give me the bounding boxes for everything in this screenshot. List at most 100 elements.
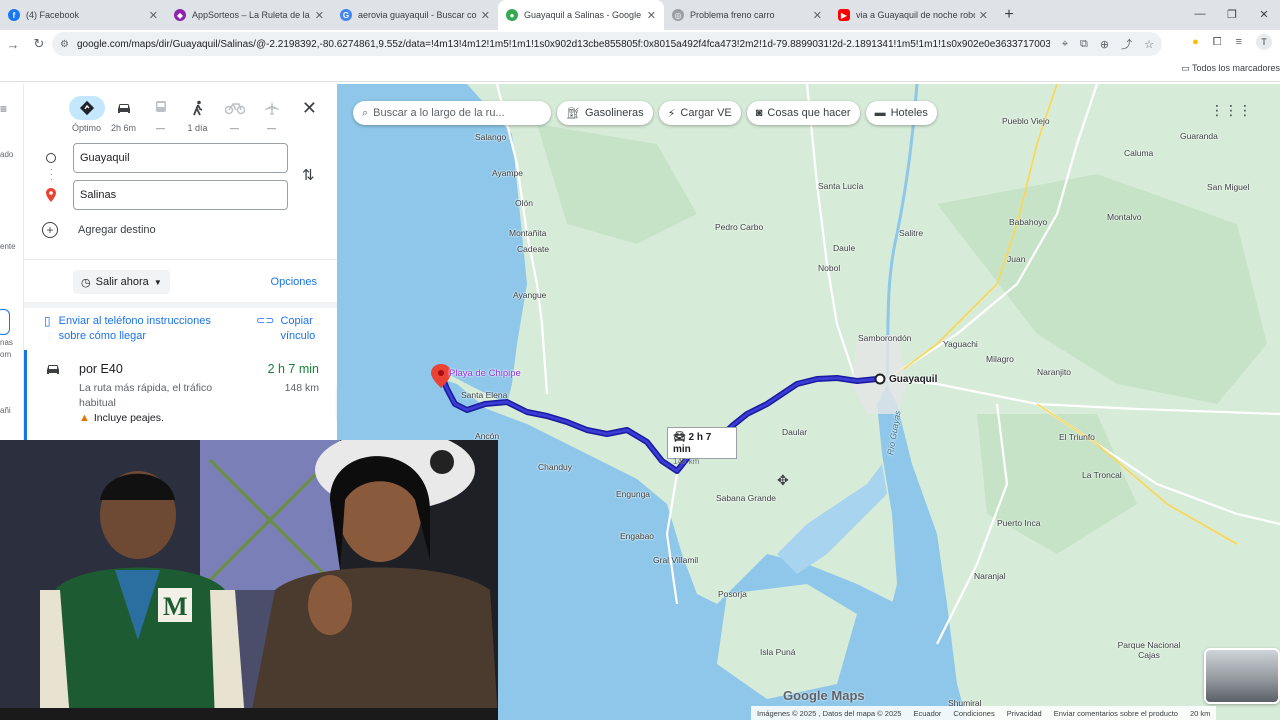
close-tab-icon[interactable]: ✕ [647, 9, 656, 22]
chip-hotels[interactable]: ▬ Hoteles [865, 101, 937, 125]
mode-bike[interactable]: — [216, 96, 253, 133]
depart-label: Salir ahora [95, 276, 149, 288]
url-text: google.com/maps/dir/Guayaquil/Salinas/@-… [76, 38, 1050, 50]
restore-icon[interactable]: ❐ [1216, 0, 1248, 28]
rail-active-item[interactable] [0, 309, 10, 335]
menu-icon[interactable]: ≡ [0, 102, 7, 116]
country-link[interactable]: Ecuador [913, 709, 941, 718]
route-dots-icon: · · · [50, 165, 53, 184]
privacy-link[interactable]: Privacidad [1007, 709, 1042, 718]
map-label: Caluma [1124, 148, 1154, 158]
route-option-e40[interactable]: por E40 2 h 7 min La ruta más rápida, el… [24, 350, 337, 440]
forward-icon[interactable]: → [0, 37, 26, 52]
close-tab-icon[interactable]: ✕ [979, 9, 988, 22]
map-label: Montalvo [1107, 212, 1142, 222]
tab-title: aerovia guayaquil - Buscar con Google [358, 10, 477, 20]
divider [24, 259, 337, 260]
map-label: Engabao [620, 531, 655, 541]
close-tab-icon[interactable]: ✕ [149, 9, 158, 22]
google-apps-icon[interactable]: ⋮⋮⋮ [1210, 102, 1252, 119]
new-tab-button[interactable]: + [996, 0, 1022, 30]
search-along-route-input[interactable]: ⌕ Buscar a lo largo de la ru... [353, 101, 551, 125]
destination-input[interactable]: Salinas [73, 180, 288, 210]
facebook-icon: f [8, 9, 20, 21]
chip-label: Hoteles [890, 107, 928, 119]
destination-poi-label[interactable]: Playa de Chipipe [449, 368, 521, 379]
tab-google-search[interactable]: Gaerovia guayaquil - Buscar con Google ✕ [332, 0, 498, 30]
depart-time-dropdown[interactable]: ◷ Salir ahora ▼ [73, 270, 170, 294]
scale-label: 20 km [1189, 708, 1211, 718]
location-icon[interactable]: ⌖ [1062, 38, 1068, 51]
feedback-link[interactable]: Enviar comentarios sobre el producto [1054, 709, 1178, 718]
tab-google-maps[interactable]: ● Guayaquil a Salinas - Google Maps ✕ [498, 0, 664, 30]
options-button[interactable]: Opciones [271, 276, 317, 288]
route-description: La ruta más rápida, el tráfico habitual [79, 382, 213, 409]
map-label: El Triunfo [1059, 432, 1095, 442]
globe-icon: ◎ [672, 9, 684, 21]
add-destination-label: Agregar destino [78, 224, 156, 236]
diamond-route-icon [68, 96, 105, 120]
close-directions-icon[interactable]: ✕ [302, 98, 317, 119]
puzzle-icon[interactable]: ⧠ [1213, 36, 1222, 49]
mode-flight[interactable]: — [253, 96, 290, 133]
bookmark-star-icon[interactable]: ☆ [1144, 38, 1154, 51]
origin-map-label[interactable]: Guayaquil [889, 374, 937, 385]
close-tab-icon[interactable]: ✕ [315, 9, 324, 22]
chip-things-to-do[interactable]: ◙ Cosas que hacer [746, 101, 860, 125]
profile-avatar[interactable]: T [1256, 34, 1272, 50]
search-icon: ⌕ [362, 106, 369, 119]
close-tab-icon[interactable]: ✕ [481, 9, 490, 22]
chevron-down-icon: ▼ [153, 277, 162, 287]
chip-ev-charging[interactable]: ⚡︎ Cargar VE [658, 101, 741, 125]
media-icon[interactable]: ≡ [1236, 36, 1242, 48]
extension-icon[interactable]: ● [1192, 36, 1199, 48]
mode-walk[interactable]: 1 día [179, 96, 216, 133]
close-tab-icon[interactable]: ✕ [813, 9, 822, 22]
attribution: Imágenes © 2025 , Datos del mapa © 2025 [757, 708, 902, 718]
ev-charging-icon: ⚡︎ [667, 107, 676, 120]
browser-toolbar: → ↻ ⚙ google.com/maps/dir/Guayaquil/Sali… [0, 30, 1280, 58]
car-icon [105, 96, 142, 120]
mode-transit[interactable]: — [142, 96, 179, 133]
chip-label: Cargar VE [680, 107, 732, 119]
walking-icon [179, 96, 216, 120]
swap-route-icon[interactable]: ⇅ [302, 166, 315, 184]
tab-facebook[interactable]: f (4) Facebook ✕ [0, 0, 166, 30]
send-to-phone-label: Enviar al teléfono instrucciones sobre c… [58, 315, 211, 342]
route-callout[interactable]: 🚘︎ 2 h 7 min 148 km [667, 427, 737, 466]
chip-gas-stations[interactable]: ⛽︎ Gasolineras [557, 101, 653, 125]
tab-appsorteos[interactable]: ◆ AppSorteos – La Ruleta de la Suerte ✕ [166, 0, 332, 30]
copy-link-button[interactable]: ⊂⊃ Copiar vínculo [256, 314, 324, 344]
appsorteos-icon: ◆ [174, 9, 186, 21]
reload-icon[interactable]: ↻ [26, 36, 52, 52]
origin-input[interactable]: Guayaquil [73, 143, 288, 173]
all-bookmarks-button[interactable]: ▭ Todos los marcadores [1181, 63, 1280, 74]
chip-label: Cosas que hacer [767, 107, 851, 119]
phone-icon: ▯ [44, 314, 51, 328]
install-app-icon[interactable]: ⧉ [1080, 38, 1088, 51]
google-icon: G [340, 9, 352, 21]
mode-car[interactable]: 2h 6m [105, 96, 142, 133]
directions-panel: Óptimo 2h 6m — 1 día — — ✕ · · · Guayaquil… [24, 84, 337, 440]
minimize-icon[interactable]: — [1184, 0, 1216, 28]
send-to-phone-link[interactable]: ▯ Enviar al teléfono instrucciones sobre … [44, 314, 229, 344]
layers-thumbnail[interactable] [1204, 648, 1280, 704]
map-label: Sabana Grande [716, 493, 777, 503]
share-icon[interactable]: ⤴ [1121, 36, 1132, 52]
toolbar-actions: ● ⧠ ≡ T [1192, 34, 1272, 50]
tab-youtube[interactable]: ▶ via a Guayaquil de noche robo ✕ [830, 0, 996, 30]
add-destination-button[interactable]: + Agregar destino [42, 222, 156, 238]
mode-best[interactable]: Óptimo [68, 96, 105, 133]
map-label: Daular [782, 427, 808, 437]
tab-problema-freno[interactable]: ◎ Problema freno carro ✕ [664, 0, 830, 30]
map-label: Santa Lucía [818, 181, 864, 191]
zoom-icon[interactable]: ⊕ [1100, 38, 1109, 51]
tab-title: AppSorteos – La Ruleta de la Suerte [192, 10, 311, 20]
map-label: Gral Villamil [653, 555, 699, 565]
google-maps-logo: Google Maps [783, 688, 865, 703]
map-label: Engunga [616, 489, 651, 499]
site-info-icon[interactable]: ⚙ [60, 39, 69, 50]
terms-link[interactable]: Condiciones [953, 709, 994, 718]
address-bar[interactable]: ⚙ google.com/maps/dir/Guayaquil/Salinas/… [52, 32, 1162, 56]
close-window-icon[interactable]: ✕ [1248, 0, 1280, 28]
